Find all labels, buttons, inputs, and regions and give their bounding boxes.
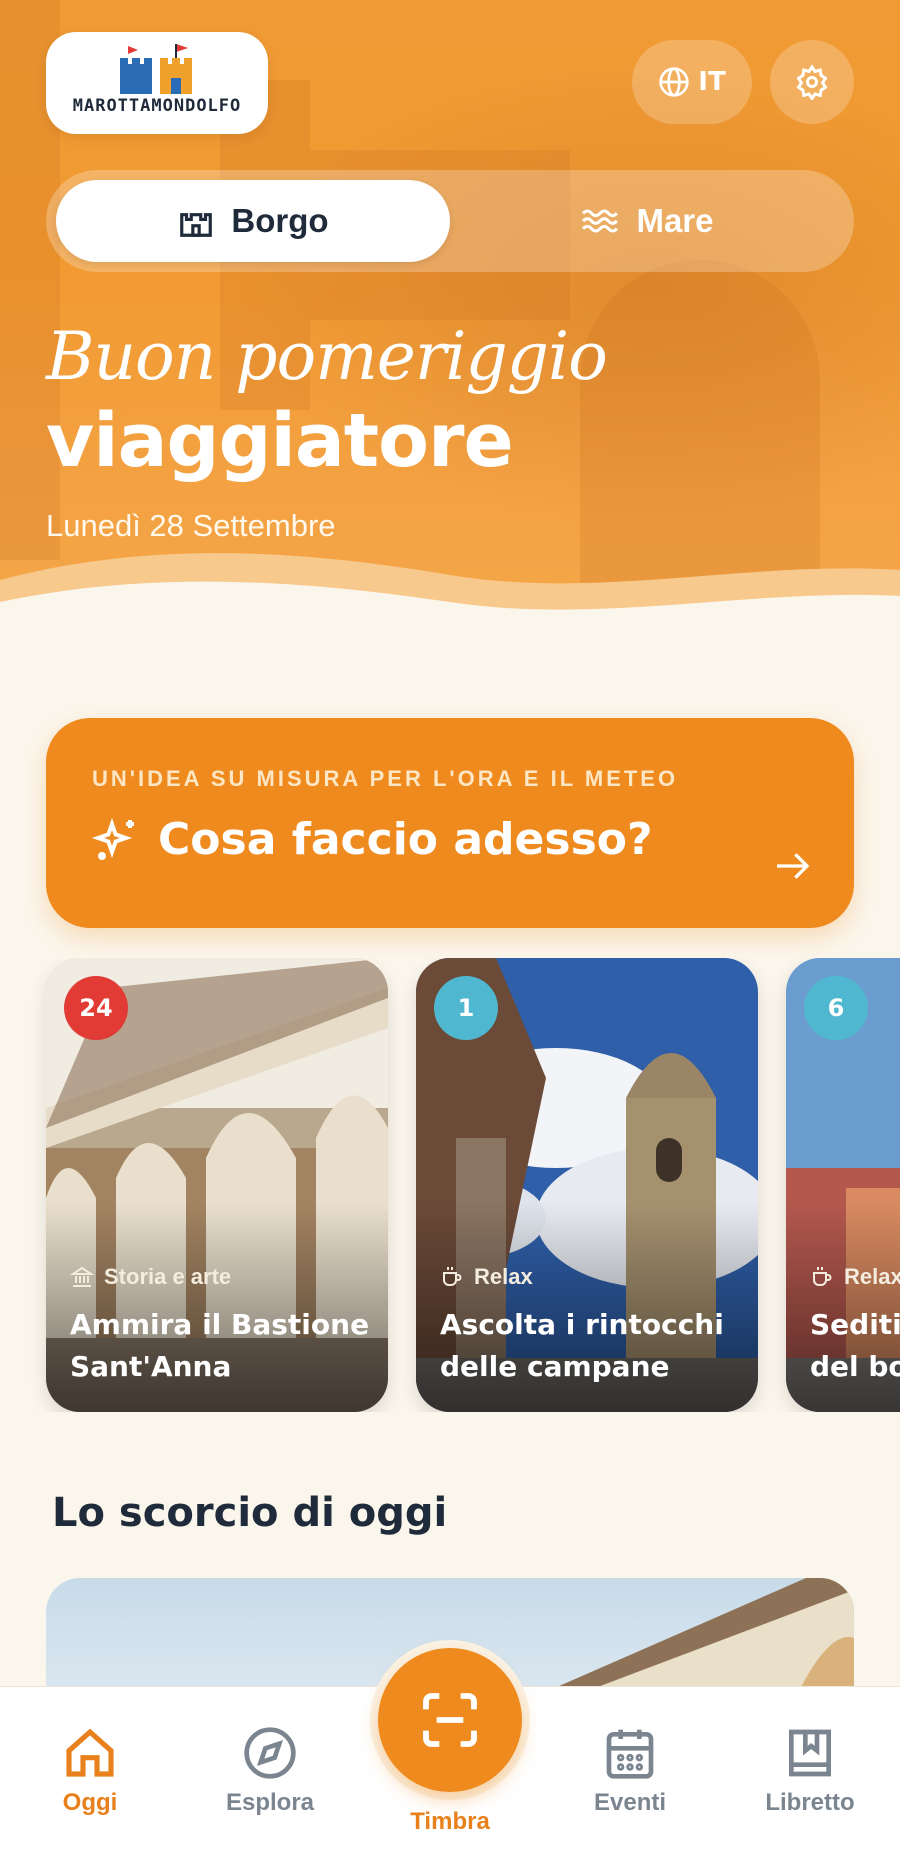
language-button[interactable]: IT <box>632 40 752 124</box>
card-title-line: del bo <box>810 1350 900 1383</box>
suggestion-carousel[interactable]: 24 Storia e arte Ammira il Bastione Sant… <box>0 958 900 1412</box>
card-count-badge: 1 <box>434 976 498 1040</box>
card-title-line: Sediti <box>810 1308 900 1341</box>
card-title: Ascolta i rintocchi delle campane <box>440 1304 750 1388</box>
greeting-salutation: Buon pomeriggio <box>46 318 608 395</box>
hero-header: MAROTTAMONDOLFO IT Borgo Mare Buon pomer… <box>0 0 900 650</box>
settings-button[interactable] <box>770 40 854 124</box>
card-count-badge: 24 <box>64 976 128 1040</box>
nav-oggi-label: Oggi <box>62 1789 118 1816</box>
cta-kicker: UN'IDEA SU MISURA PER L'ORA E IL METEO <box>92 766 679 791</box>
card-title-line: delle campane <box>440 1350 670 1383</box>
arrow-right-icon <box>777 853 810 879</box>
nav-esplora[interactable]: Esplora <box>200 1725 340 1817</box>
hero-wave <box>0 553 900 650</box>
museum-icon <box>70 1266 94 1287</box>
segment-mare-label: Mare <box>636 202 714 239</box>
compass-icon <box>244 1727 296 1779</box>
home-icon <box>66 1728 114 1777</box>
timbra-label: Timbra <box>410 1808 490 1835</box>
nav-libretto-label: Libretto <box>765 1789 855 1816</box>
card-title-line: Sant'Anna <box>70 1350 232 1383</box>
castle-logo-icon <box>120 44 192 94</box>
segment-borgo[interactable]: Borgo <box>56 180 450 262</box>
coffee-cup-icon <box>443 1267 462 1286</box>
book-bookmark-icon <box>789 1729 831 1777</box>
borgo-mare-toggle: Borgo Mare <box>46 170 854 272</box>
sparkles-icon <box>92 817 134 860</box>
card-category: Relax <box>440 1264 533 1290</box>
calendar-icon <box>606 1729 654 1779</box>
current-date: Lunedì 28 Settembre <box>46 508 336 543</box>
card-count-badge: 6 <box>804 976 868 1040</box>
castle-icon <box>180 213 213 237</box>
card-category-label: Relax <box>844 1264 900 1289</box>
timbra-button[interactable] <box>378 1648 522 1792</box>
nav-eventi[interactable]: Eventi <box>560 1725 700 1817</box>
card-category: Relax <box>810 1264 900 1290</box>
card-title: Ammira il Bastione Sant'Anna <box>70 1304 380 1388</box>
suggestion-card[interactable]: 1 Relax Ascolta i rintocchi delle campan… <box>416 958 758 1412</box>
waves-icon <box>582 209 619 233</box>
nav-oggi[interactable]: Oggi <box>20 1725 160 1817</box>
nav-eventi-label: Eventi <box>593 1789 667 1816</box>
card-title-line: Ammira il Bastione <box>70 1308 370 1341</box>
what-to-do-now-card[interactable]: UN'IDEA SU MISURA PER L'ORA E IL METEO C… <box>46 718 854 928</box>
coffee-cup-icon <box>813 1267 832 1286</box>
globe-icon <box>659 67 689 97</box>
nav-libretto[interactable]: Libretto <box>740 1725 880 1817</box>
greeting-name: viaggiatore <box>46 398 514 484</box>
logo-text: MAROTTAMONDOLFO <box>72 96 242 116</box>
cta-title: Cosa faccio adesso? <box>158 814 653 865</box>
segment-mare[interactable]: Mare <box>450 180 844 262</box>
segment-borgo-label: Borgo <box>231 202 329 239</box>
card-category-label: Storia e arte <box>104 1264 232 1289</box>
scan-icon <box>423 1693 477 1747</box>
gear-icon <box>796 64 828 100</box>
suggestion-card[interactable]: 24 Storia e arte Ammira il Bastione Sant… <box>46 958 388 1412</box>
cta-title-row: Cosa faccio adesso? <box>92 814 653 865</box>
card-title-line: Ascolta i rintocchi <box>440 1308 724 1341</box>
language-label: IT <box>698 67 726 97</box>
card-category-label: Relax <box>474 1264 533 1289</box>
nav-esplora-label: Esplora <box>225 1789 315 1816</box>
suggestion-card[interactable]: 6 Relax Sediti del bo <box>786 958 900 1412</box>
card-title: Sediti del bo <box>810 1304 900 1388</box>
app-logo[interactable]: MAROTTAMONDOLFO <box>46 32 268 134</box>
card-category: Storia e arte <box>70 1264 231 1290</box>
section-title: Lo scorcio di oggi <box>52 1490 448 1536</box>
